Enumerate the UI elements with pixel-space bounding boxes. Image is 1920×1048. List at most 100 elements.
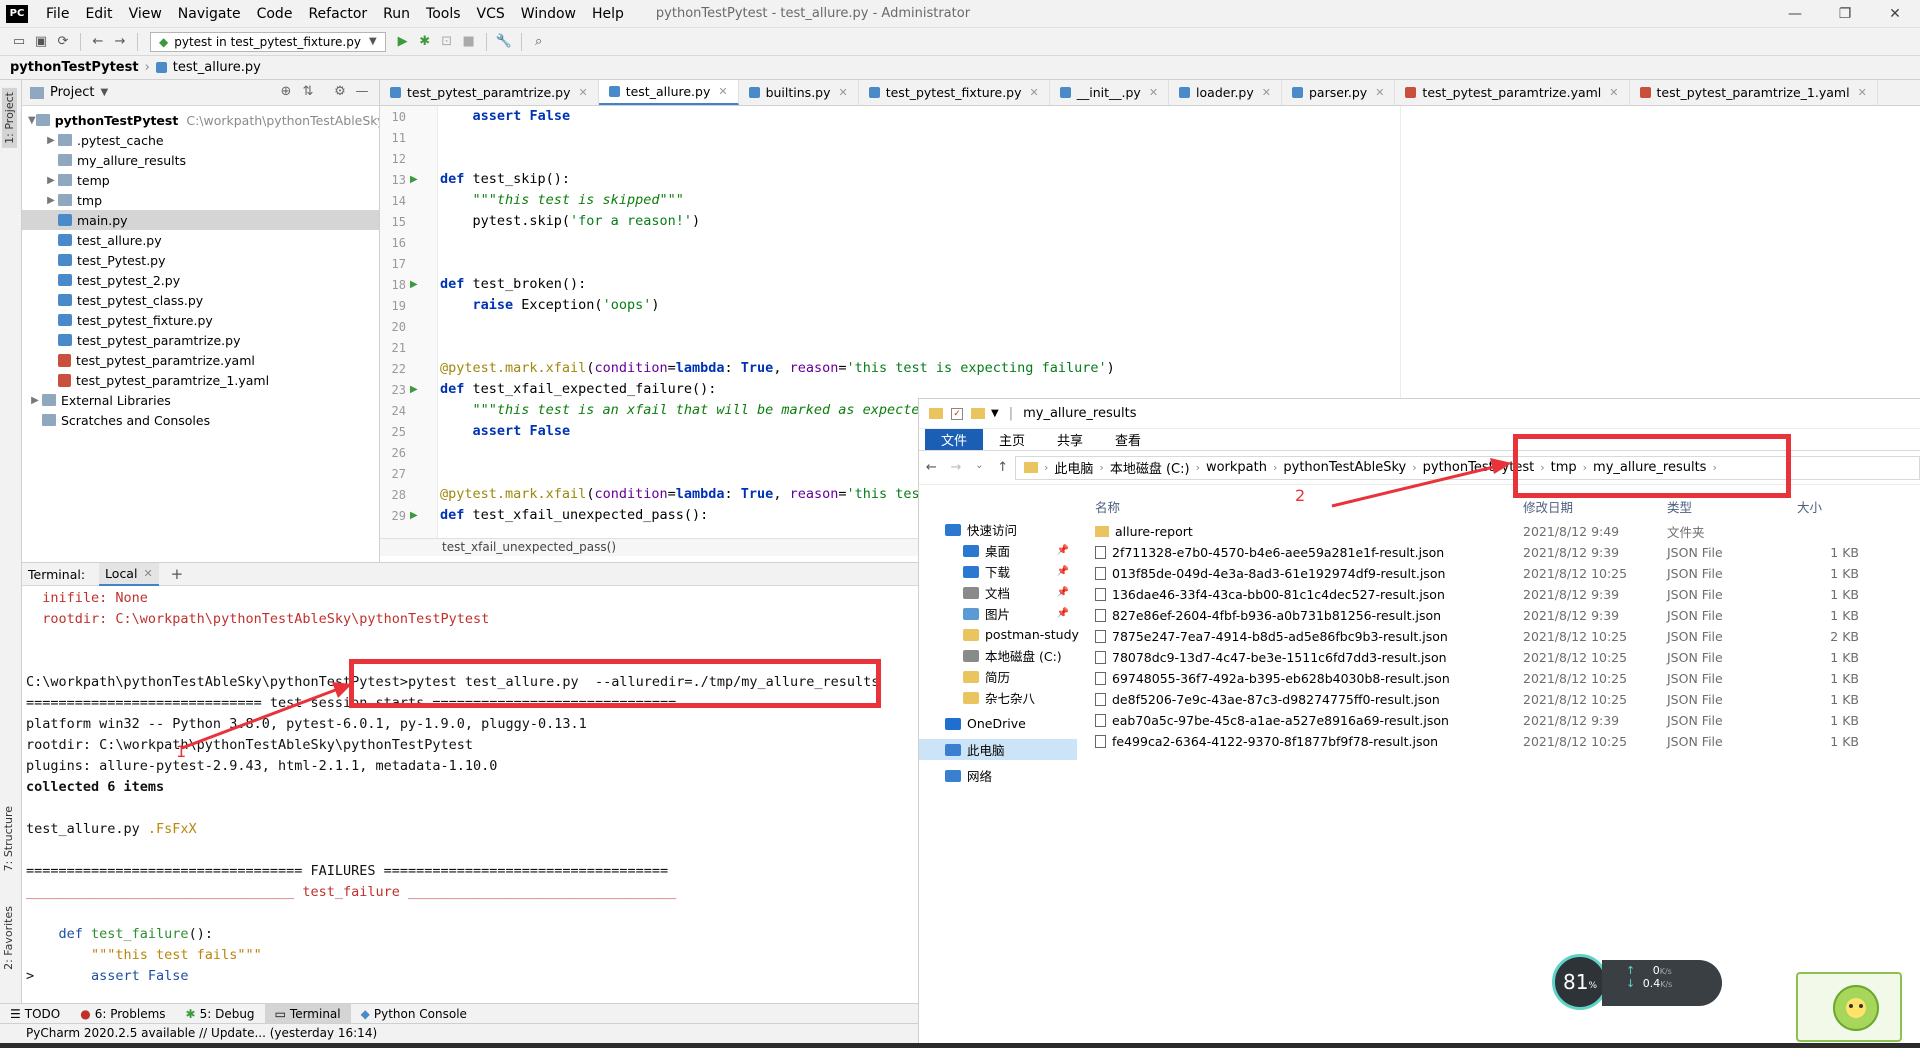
- nav-item[interactable]: 本地磁盘 (C:): [919, 645, 1077, 666]
- menu-view[interactable]: View: [121, 6, 170, 22]
- close-icon[interactable]: ✕: [1375, 86, 1384, 99]
- close-icon[interactable]: ✕: [718, 85, 727, 98]
- menu-file[interactable]: File: [38, 6, 77, 22]
- run-test-icon[interactable]: ▶: [410, 384, 418, 395]
- run-test-icon[interactable]: ▶: [410, 279, 418, 290]
- code-breadcrumb[interactable]: test_xfail_unexpected_pass(): [380, 538, 920, 556]
- back-arrow-icon[interactable]: ←: [87, 31, 109, 53]
- address-segment[interactable]: pythonTestAbleSky: [1283, 460, 1406, 475]
- menu-edit[interactable]: Edit: [77, 6, 120, 22]
- close-icon[interactable]: ✕: [1149, 86, 1158, 99]
- chevron-right-icon[interactable]: ▶: [44, 175, 58, 186]
- close-icon[interactable]: ✕: [1262, 86, 1271, 99]
- coverage-icon[interactable]: ⊡: [436, 31, 458, 53]
- nav-item[interactable]: postman-study: [919, 624, 1079, 645]
- address-segment[interactable]: workpath: [1206, 460, 1267, 475]
- terminal-tab-local[interactable]: Local ✕: [99, 562, 159, 586]
- address-segment[interactable]: 此电脑: [1054, 458, 1093, 477]
- minimize-icon[interactable]: —: [1770, 0, 1820, 28]
- properties-icon[interactable]: ✓: [951, 407, 963, 420]
- file-row[interactable]: 2f711328-e7b0-4570-b4e6-aee59a281e1f-res…: [1095, 542, 1915, 563]
- search-icon[interactable]: ⌕: [528, 31, 550, 53]
- menu-help[interactable]: Help: [584, 6, 632, 22]
- system-monitor-widget[interactable]: 81% ↑ 0K/s ↓ 0.4K/s: [1552, 952, 1722, 1010]
- side-tab-favorites[interactable]: 2: Favorites: [2, 906, 15, 970]
- maximize-icon[interactable]: ❐: [1820, 0, 1870, 28]
- editor-tab[interactable]: parser.py ✕: [1282, 80, 1396, 105]
- file-row[interactable]: 7875e247-7ea7-4914-b8d5-ad5e86fbc9b3-res…: [1095, 626, 1915, 647]
- column-date[interactable]: 修改日期: [1523, 497, 1667, 516]
- chevron-right-icon[interactable]: ▶: [28, 395, 42, 406]
- close-icon[interactable]: ✕: [1030, 86, 1039, 99]
- editor-tab[interactable]: test_pytest_paramtrize.py ✕: [380, 80, 599, 105]
- add-icon[interactable]: +: [171, 565, 184, 583]
- tree-item[interactable]: ▼ pythonTestPytest C:\workpath\pythonTestA…: [22, 110, 379, 130]
- nav-item[interactable]: 下载 📌: [919, 561, 1077, 582]
- tool-window-terminal[interactable]: ▭ Terminal: [264, 1003, 351, 1024]
- tool-window-problems[interactable]: ● 6: Problems: [70, 1004, 175, 1024]
- breadcrumb-project[interactable]: pythonTestPytest: [10, 60, 139, 75]
- editor-tab[interactable]: loader.py ✕: [1169, 80, 1282, 105]
- column-name[interactable]: 名称: [1095, 497, 1523, 516]
- file-row[interactable]: 136dae46-33f4-43ca-bb00-81c1c4dec527-res…: [1095, 584, 1915, 605]
- menu-window[interactable]: Window: [513, 6, 584, 22]
- chevron-down-icon[interactable]: ▼: [100, 87, 108, 98]
- tool-window-todo[interactable]: ☰ TODO: [0, 1004, 70, 1024]
- locate-icon[interactable]: ⊕: [275, 84, 297, 99]
- address-segment[interactable]: 本地磁盘 (C:): [1110, 458, 1190, 477]
- run-test-icon[interactable]: ▶: [410, 510, 418, 521]
- stop-icon[interactable]: ■: [458, 31, 480, 53]
- tool-window-debug[interactable]: ✱ 5: Debug: [176, 1004, 265, 1024]
- tree-item[interactable]: main.py: [22, 210, 379, 230]
- file-row[interactable]: fe499ca2-6364-4122-9370-8f1877bf9f78-res…: [1095, 731, 1915, 752]
- editor-tab[interactable]: test_pytest_paramtrize_1.yaml ✕: [1630, 80, 1878, 105]
- ribbon-tab-share[interactable]: 共享: [1041, 429, 1099, 450]
- tree-item[interactable]: test_pytest_2.py: [22, 270, 379, 290]
- ribbon-tab-file[interactable]: 文件: [925, 429, 984, 450]
- ribbon-tab-home[interactable]: 主页: [983, 429, 1041, 450]
- nav-item[interactable]: 杂七杂八: [919, 687, 1077, 708]
- close-icon[interactable]: ✕: [839, 86, 848, 99]
- chevron-right-icon[interactable]: ▶: [44, 195, 58, 206]
- ribbon-tab-view[interactable]: 查看: [1099, 429, 1157, 450]
- status-bar[interactable]: PyCharm 2020.2.5 available // Update... …: [0, 1023, 922, 1043]
- gear-icon[interactable]: ⚙: [329, 84, 351, 99]
- file-row[interactable]: 827e86ef-2604-4fbf-b936-a0b731b81256-res…: [1095, 605, 1915, 626]
- new-folder-icon[interactable]: [971, 408, 985, 419]
- run-icon[interactable]: ▶: [392, 31, 414, 53]
- column-size[interactable]: 大小: [1787, 497, 1859, 516]
- tree-item[interactable]: ▶ .pytest_cache: [22, 130, 379, 150]
- nav-item[interactable]: 快速访问: [919, 519, 1077, 540]
- editor-tab[interactable]: __init__.py ✕: [1050, 80, 1170, 105]
- chevron-down-icon[interactable]: ⌄: [975, 460, 983, 475]
- tree-item[interactable]: test_Pytest.py: [22, 250, 379, 270]
- project-panel-title[interactable]: Project: [50, 85, 94, 100]
- close-icon[interactable]: ✕: [1858, 86, 1867, 99]
- tree-item[interactable]: test_pytest_fixture.py: [22, 310, 379, 330]
- chevron-down-icon[interactable]: ▼: [991, 408, 999, 419]
- tree-item[interactable]: my_allure_results: [22, 150, 379, 170]
- menu-navigate[interactable]: Navigate: [170, 6, 249, 22]
- address-separator[interactable]: ›: [1412, 461, 1416, 474]
- close-icon[interactable]: ✕: [1870, 0, 1920, 28]
- side-tab-structure[interactable]: 7: Structure: [2, 806, 15, 871]
- ime-mascot-icon[interactable]: [1796, 972, 1902, 1042]
- editor-tab[interactable]: test_pytest_paramtrize.yaml ✕: [1395, 80, 1630, 105]
- side-tab-project[interactable]: 1: Project: [2, 88, 17, 148]
- tree-item[interactable]: ▶ tmp: [22, 190, 379, 210]
- address-separator[interactable]: ›: [1044, 461, 1048, 474]
- run-test-icon[interactable]: ▶: [410, 174, 418, 185]
- chevron-down-icon[interactable]: ▼: [28, 115, 36, 126]
- nav-item[interactable]: 网络: [919, 765, 1077, 786]
- file-row[interactable]: 013f85de-049d-4e3a-8ad3-61e192974df9-res…: [1095, 563, 1915, 584]
- close-icon[interactable]: ✕: [1609, 86, 1618, 99]
- close-icon[interactable]: ✕: [578, 86, 587, 99]
- menu-refactor[interactable]: Refactor: [300, 6, 375, 22]
- up-arrow-icon[interactable]: ↑: [997, 460, 1008, 475]
- tool-window-python-console[interactable]: ◆ Python Console: [351, 1004, 477, 1024]
- address-separator[interactable]: ›: [1196, 461, 1200, 474]
- collapse-all-icon[interactable]: ⇅: [297, 84, 319, 99]
- nav-item[interactable]: 桌面 📌: [919, 540, 1077, 561]
- wrench-icon[interactable]: 🔧: [493, 31, 515, 53]
- tree-item[interactable]: Scratches and Consoles: [22, 410, 379, 430]
